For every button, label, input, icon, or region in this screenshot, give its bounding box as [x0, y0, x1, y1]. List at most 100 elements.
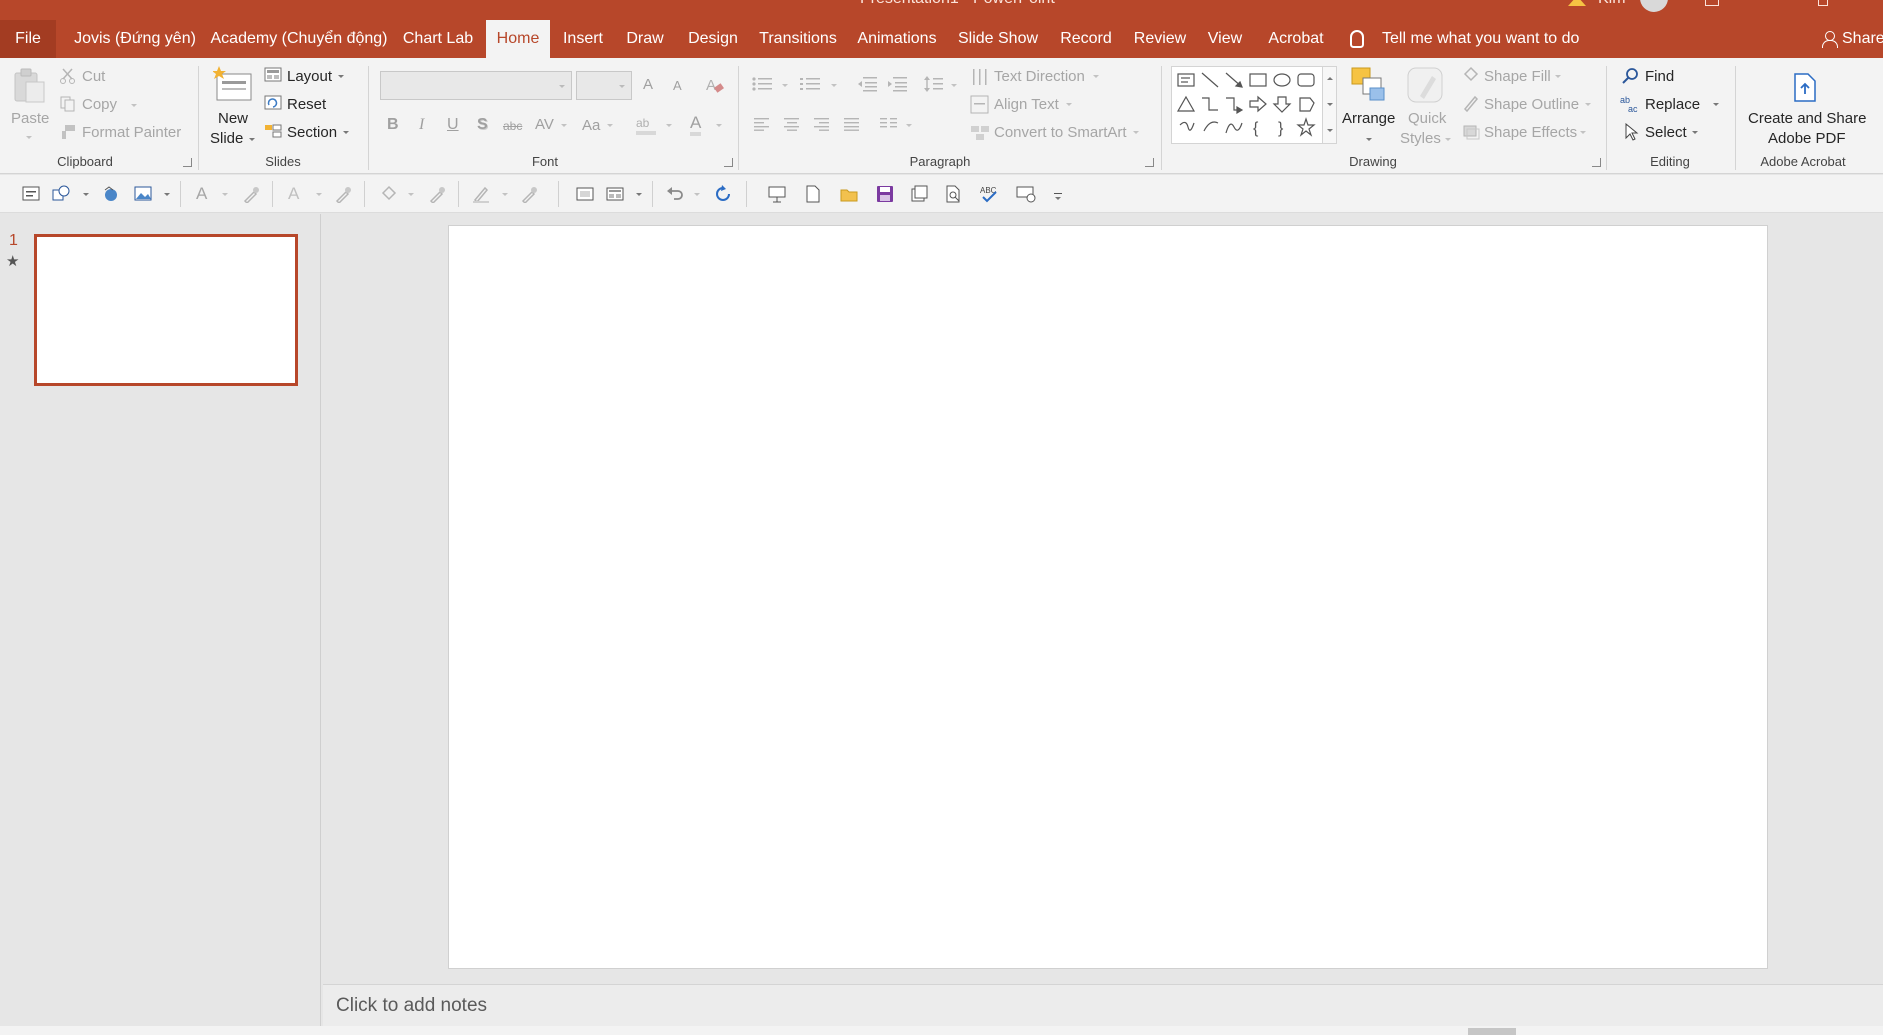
- cut-button[interactable]: Cut: [82, 68, 105, 85]
- change-case-button[interactable]: Aa: [582, 117, 600, 134]
- ribbon-display-icon[interactable]: [1705, 0, 1719, 6]
- clipboard-launcher-icon[interactable]: [183, 158, 192, 167]
- tab-transitions[interactable]: Transitions: [755, 20, 841, 58]
- paste-button[interactable]: Paste: [11, 110, 49, 127]
- avatar[interactable]: [1640, 0, 1668, 12]
- layout-icon[interactable]: [264, 67, 282, 83]
- slide-thumbnail[interactable]: [34, 234, 298, 386]
- open-folder-icon[interactable]: [840, 185, 858, 203]
- align-center-icon[interactable]: [784, 117, 800, 131]
- shape-outline-button[interactable]: Shape Outline: [1484, 96, 1579, 113]
- align-left-icon[interactable]: [754, 117, 770, 131]
- grow-font-button[interactable]: A: [643, 76, 653, 93]
- line-spacing-icon[interactable]: [924, 75, 944, 93]
- columns-icon[interactable]: [880, 117, 898, 131]
- section-dropdown-icon[interactable]: [343, 131, 349, 134]
- tab-home[interactable]: Home: [486, 20, 550, 58]
- justify-icon[interactable]: [844, 117, 860, 131]
- font-launcher-icon[interactable]: [724, 158, 733, 167]
- replace-icon[interactable]: ab ac: [1620, 95, 1640, 113]
- outline-pen-icon[interactable]: [472, 185, 490, 203]
- picture-icon[interactable]: [134, 185, 152, 203]
- find-icon[interactable]: [1622, 67, 1640, 85]
- align-text-button[interactable]: Align Text: [994, 96, 1059, 113]
- gallery-more-icon[interactable]: [1327, 129, 1333, 132]
- eyedropper-icon[interactable]: [520, 185, 538, 203]
- redo-icon[interactable]: [714, 185, 732, 203]
- underline-button[interactable]: U: [447, 116, 459, 134]
- font-size-box[interactable]: [576, 71, 632, 100]
- eyedropper-icon[interactable]: [428, 185, 446, 203]
- layout-dropdown-icon[interactable]: [338, 75, 344, 78]
- shape-fill-button[interactable]: Shape Fill: [1484, 68, 1551, 85]
- tab-jovis[interactable]: Jovis (Đứng yên): [66, 20, 204, 58]
- cut-icon[interactable]: [60, 68, 76, 84]
- copy-button[interactable]: Copy: [82, 96, 117, 113]
- quick-styles-dropdown-icon[interactable]: [1445, 138, 1451, 141]
- layout-gallery-dropdown-icon[interactable]: [636, 193, 642, 196]
- shape-effects-button[interactable]: Shape Effects: [1484, 124, 1577, 141]
- spelling-icon[interactable]: ABC: [980, 185, 1002, 203]
- tab-record[interactable]: Record: [1054, 20, 1118, 58]
- copy-dropdown-icon[interactable]: [131, 104, 137, 107]
- font-color-button[interactable]: A: [690, 114, 702, 136]
- qat-customize-dropdown-icon[interactable]: [1055, 197, 1061, 200]
- bold-button[interactable]: B: [387, 116, 399, 134]
- align-text-dropdown-icon[interactable]: [1066, 103, 1072, 106]
- tab-design[interactable]: Design: [683, 20, 743, 58]
- tab-animations[interactable]: Animations: [853, 20, 941, 58]
- shape-outline-dropdown-icon[interactable]: [1585, 103, 1591, 106]
- shape-fill-dropdown-icon[interactable]: [1555, 75, 1561, 78]
- shapes-dropdown-icon[interactable]: [83, 193, 89, 196]
- undo-dropdown-icon[interactable]: [694, 193, 700, 196]
- tab-acrobat[interactable]: Acrobat: [1260, 20, 1332, 58]
- convert-smartart-button[interactable]: Convert to SmartArt: [994, 124, 1127, 141]
- italic-button[interactable]: I: [419, 116, 424, 134]
- select-dropdown-icon[interactable]: [1692, 131, 1698, 134]
- save-icon[interactable]: [876, 185, 894, 203]
- text-outline-icon[interactable]: A: [288, 184, 299, 204]
- create-share-label-1[interactable]: Create and Share: [1748, 110, 1866, 127]
- font-name-box[interactable]: [380, 71, 572, 100]
- shapes-gallery[interactable]: { }: [1171, 66, 1337, 144]
- arrange-dropdown-icon[interactable]: [1366, 138, 1372, 141]
- reset-button[interactable]: Reset: [287, 96, 326, 113]
- qat-customize-icon[interactable]: [1054, 193, 1062, 194]
- new-slide-dropdown-icon[interactable]: [249, 138, 255, 141]
- tab-insert[interactable]: Insert: [558, 20, 608, 58]
- undo-icon[interactable]: [666, 185, 684, 203]
- increase-indent-icon[interactable]: [887, 76, 907, 92]
- eyedropper-icon[interactable]: [242, 185, 260, 203]
- print-preview-icon[interactable]: [944, 185, 962, 203]
- decrease-indent-icon[interactable]: [857, 76, 877, 92]
- select-cursor-icon[interactable]: [1624, 123, 1640, 141]
- restore-icon[interactable]: [1818, 0, 1828, 6]
- align-right-icon[interactable]: [814, 117, 830, 131]
- copy-icon[interactable]: [60, 96, 76, 112]
- gallery-up-icon[interactable]: [1327, 77, 1333, 80]
- new-slide-label-1[interactable]: New: [218, 110, 248, 127]
- find-button[interactable]: Find: [1645, 68, 1674, 85]
- strikethrough-button[interactable]: abc: [503, 119, 522, 133]
- arrange-button[interactable]: Arrange: [1342, 110, 1395, 127]
- format-painter-icon[interactable]: [60, 124, 76, 140]
- tab-chart-lab[interactable]: Chart Lab: [398, 20, 478, 58]
- paste-icon[interactable]: [12, 68, 46, 104]
- character-spacing-button[interactable]: AV: [535, 116, 554, 133]
- smartart-dropdown-icon[interactable]: [1133, 131, 1139, 134]
- replace-button[interactable]: Replace: [1645, 96, 1700, 113]
- gallery-down-icon[interactable]: [1327, 103, 1333, 106]
- numbering-icon[interactable]: [800, 76, 822, 92]
- online-pictures-icon[interactable]: [102, 185, 120, 203]
- shadow-button[interactable]: S: [477, 116, 488, 134]
- section-button[interactable]: Section: [287, 124, 337, 141]
- highlight-icon[interactable]: ab: [635, 114, 659, 136]
- font-color-dropdown-icon[interactable]: [716, 124, 722, 127]
- paragraph-launcher-icon[interactable]: [1145, 158, 1154, 167]
- bullets-icon[interactable]: [752, 76, 774, 92]
- shapes-icon[interactable]: [52, 185, 70, 203]
- rehearse-icon[interactable]: [1016, 185, 1038, 203]
- highlight-dropdown-icon[interactable]: [666, 124, 672, 127]
- shapes-gallery-icons[interactable]: { }: [1174, 67, 1324, 143]
- text-fill-icon[interactable]: A: [196, 184, 207, 204]
